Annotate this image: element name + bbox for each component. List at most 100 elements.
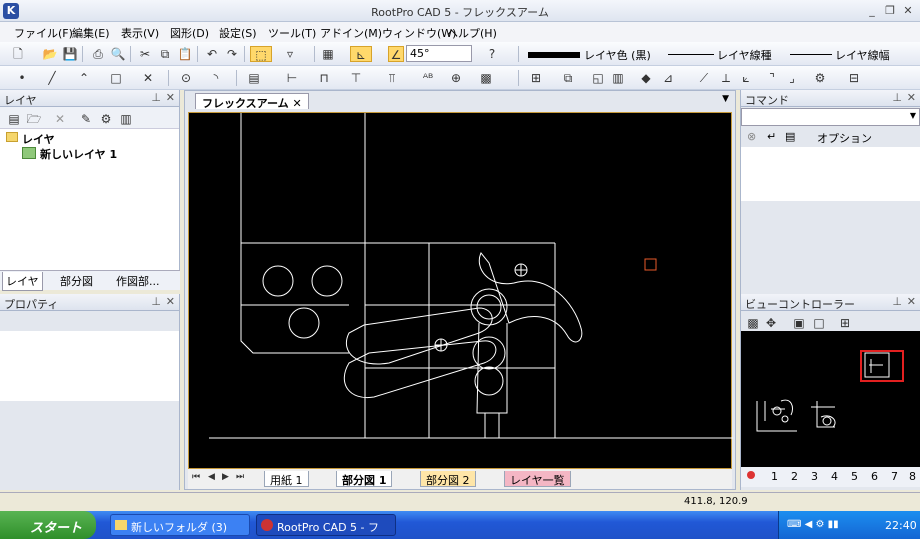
layer-tree-item[interactable]: 新しいレイヤ 1 [40,146,117,162]
dimension-multi-icon[interactable]: ⫪ [384,70,400,86]
rename-layer-icon[interactable]: ✎ [78,111,94,127]
tab-partial-2[interactable]: 部分図 2 [420,471,476,487]
tab-partial-view[interactable]: 部分図 [60,273,93,289]
layer-color-select[interactable]: レイヤ色 (黒) [584,47,651,63]
sheet-nav-prev-icon[interactable]: ◀ [208,472,215,482]
menu-view[interactable]: 表示(V) [121,25,159,41]
zoom-window-icon[interactable]: ▩ [745,315,761,331]
record-icon[interactable] [747,471,755,479]
task-folder[interactable]: 新しいフォルダ (3) [110,514,250,536]
layer-linewidth-select[interactable]: レイヤ線幅 [835,47,890,63]
text-tool-icon[interactable]: ▤ [246,70,262,86]
enter-icon[interactable]: ↵ [767,130,776,143]
extend-icon[interactable]: ⟂ [718,70,734,86]
close-icon[interactable]: ✕ [907,295,916,308]
tab-layer[interactable]: レイヤ [2,272,43,291]
block-edit-icon[interactable]: ◱ [590,70,606,86]
tab-layer-list[interactable]: レイヤ一覧 [504,471,571,487]
angle-input[interactable]: 45° [406,45,472,62]
tray-icons[interactable]: ⌨ ◀ ⚙ ▮▮ [787,519,839,530]
point-tool-icon[interactable]: • [14,70,30,86]
save-icon[interactable]: 💾 [62,46,78,62]
zoom-preset-5[interactable]: 5 [851,470,858,483]
layer-list-icon[interactable]: ▥ [118,111,134,127]
block-list-icon[interactable]: ▥ [610,70,626,86]
menu-addin[interactable]: アドイン(M) [320,25,382,41]
sheet-nav-last-icon[interactable]: ⏭ [236,472,244,482]
balloon-tool-icon[interactable]: ᴬᴮ [420,70,436,86]
zoom-preset-1[interactable]: 1 [771,470,778,483]
pin-icon[interactable]: ⊥ [892,91,902,104]
chamfer-icon[interactable]: ⌟ [784,70,800,86]
print-icon[interactable]: ⎙ [90,46,106,62]
zoom-preset-8[interactable]: 8 [909,470,916,483]
pin-icon[interactable]: ⊥ [892,295,902,308]
line-tool-icon[interactable]: ╱ [44,70,60,86]
menu-file[interactable]: ファイル(F) [14,25,73,41]
option-button[interactable]: オプション [817,130,872,146]
zoom-preset-4[interactable]: 4 [831,470,838,483]
close-icon[interactable]: ✕ [293,97,302,110]
tab-document[interactable]: フレックスアーム ✕ [195,93,309,110]
polyline-tool-icon[interactable]: ⌃ [76,70,92,86]
zoom-preset-7[interactable]: 7 [891,470,898,483]
overview-canvas[interactable] [741,331,920,467]
history-icon[interactable]: ▤ [785,130,795,143]
dimension-tool-icon[interactable]: ⊢ [284,70,300,86]
zoom-preset-3[interactable]: 3 [811,470,818,483]
tab-drawing-parts[interactable]: 作図部... [116,273,160,289]
construct-tool-icon[interactable]: ✕ [140,70,156,86]
drawing-canvas[interactable] [188,112,733,469]
leader-tool-icon[interactable]: ⊕ [448,70,464,86]
pan-icon[interactable]: ✥ [763,315,779,331]
paste-icon[interactable]: 📋 [177,46,193,62]
copy-icon[interactable]: ⧉ [157,46,173,62]
new-layer-group-icon[interactable]: 🗁 [26,111,42,127]
command-input[interactable]: ▼ [741,108,920,126]
menu-shape[interactable]: 図形(D) [170,25,209,41]
dimension-parallel-icon[interactable]: ⊓ [316,70,332,86]
settings-icon[interactable]: ⚙ [812,70,828,86]
minimize-icon[interactable]: _ [864,3,880,18]
zoom-preset-2[interactable]: 2 [791,470,798,483]
menu-window[interactable]: ウィンドウ(W) [382,25,456,41]
cancel-icon[interactable]: ⊗ [747,130,756,143]
zoom-sheet-icon[interactable]: □ [811,315,827,331]
filter-select-icon[interactable]: ▿ [282,46,298,62]
zoom-preset-6[interactable]: 6 [871,470,878,483]
redo-icon[interactable]: ↷ [224,46,240,62]
layer-properties-icon[interactable]: ⚙ [98,111,114,127]
ortho-mode-icon[interactable]: ⊾ [350,46,372,62]
menu-tools[interactable]: ツール(T) [268,25,316,41]
layer-tree-root[interactable]: レイヤ [22,131,55,147]
arc-tool-icon[interactable]: ◝ [208,70,224,86]
pin-icon[interactable]: ⊥ [151,91,161,104]
erase-icon[interactable]: ◆ [638,70,654,86]
help-icon[interactable]: ? [484,46,500,62]
task-rootpro[interactable]: RootPro CAD 5 - フレ... [256,514,396,539]
new-layer-icon[interactable]: ▤ [6,111,22,127]
undo-icon[interactable]: ↶ [204,46,220,62]
close-icon[interactable]: ✕ [166,295,175,308]
angle-snap-icon[interactable]: ∠ [388,46,404,62]
start-button[interactable]: スタート [0,511,96,539]
offset-icon[interactable]: ⟀ [738,70,754,86]
block-icon[interactable]: ⧉ [560,70,576,86]
hatch-tool-icon[interactable]: ▩ [478,70,494,86]
zoom-all-icon[interactable]: ▣ [791,315,807,331]
measure-icon[interactable]: ⊿ [660,70,676,86]
close-icon[interactable]: ✕ [907,91,916,104]
cut-icon[interactable]: ✂ [137,46,153,62]
print-preview-icon[interactable]: 🔍 [110,46,126,62]
close-icon[interactable]: ✕ [166,91,175,104]
chevron-down-icon[interactable]: ▼ [722,94,729,104]
tab-sheet-1[interactable]: 用紙 1 [264,471,309,487]
tab-partial-1[interactable]: 部分図 1 [336,471,393,487]
menu-help[interactable]: ヘルプ(H) [447,25,497,41]
trim-icon[interactable]: ⟋ [696,70,712,86]
sheet-nav-next-icon[interactable]: ▶ [222,472,229,482]
corner-icon[interactable]: ⌝ [764,70,780,86]
sheet-nav-first-icon[interactable]: ⏮ [192,472,200,482]
delete-layer-icon[interactable]: ✕ [52,111,68,127]
menu-settings[interactable]: 設定(S) [219,25,257,41]
